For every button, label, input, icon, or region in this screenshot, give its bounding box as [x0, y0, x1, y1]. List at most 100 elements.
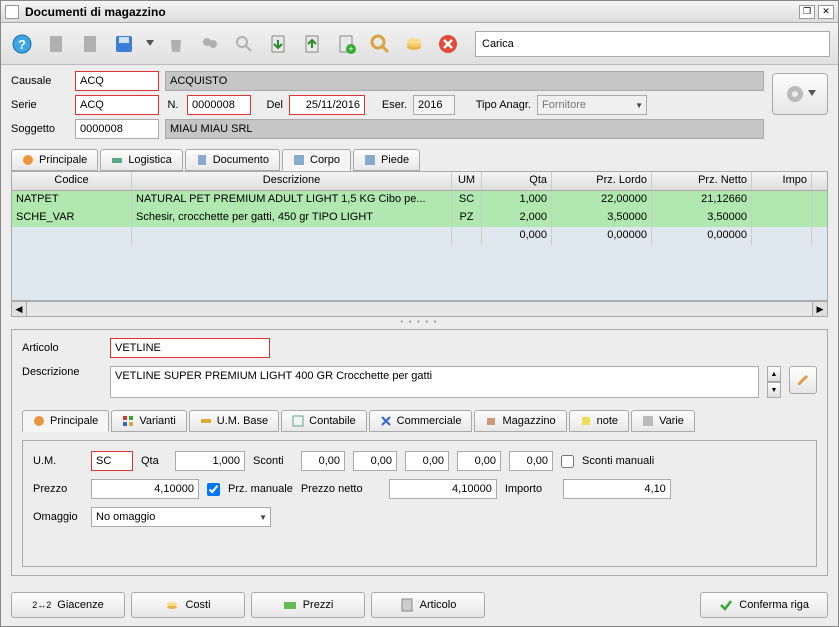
omaggio-label: Omaggio	[33, 511, 83, 523]
truck-icon	[111, 154, 123, 166]
tools-icon	[380, 415, 392, 427]
star-icon	[33, 415, 45, 427]
detail-panel: Articolo Descrizione VETLINE SUPER PREMI…	[11, 329, 828, 576]
causale-code-input[interactable]	[75, 71, 159, 91]
ruler-icon	[200, 415, 212, 427]
giacenze-prefix: 2↔2	[32, 600, 51, 610]
window-restore-button[interactable]: ❐	[799, 5, 815, 19]
subpanel-principale: U.M. Qta Sconti Sconti manuali Prezzo	[22, 440, 817, 567]
col-descrizione[interactable]: Descrizione	[132, 172, 452, 190]
scroll-track[interactable]	[27, 301, 812, 317]
prezzo-netto-input[interactable]	[389, 479, 497, 499]
articolo-input[interactable]	[110, 338, 270, 358]
prz-manuale-checkbox[interactable]	[207, 483, 220, 496]
footer-icon	[364, 154, 376, 166]
col-lordo[interactable]: Prz. Lordo	[552, 172, 652, 190]
tab-documento[interactable]: Documento	[185, 149, 280, 171]
edit-descrizione-button[interactable]	[789, 366, 817, 394]
subtab-commerciale[interactable]: Commerciale	[369, 410, 473, 432]
close-icon[interactable]	[435, 31, 461, 57]
descrizione-text[interactable]: VETLINE SUPER PREMIUM LIGHT 400 GR Crocc…	[110, 366, 759, 398]
del-label: Del	[257, 99, 283, 111]
tab-piede[interactable]: Piede	[353, 149, 420, 171]
desc-down-button[interactable]: ▼	[767, 382, 781, 398]
carica-field[interactable]: Carica	[475, 31, 830, 57]
causale-label: Causale	[11, 75, 69, 87]
sconto-2-input[interactable]	[353, 451, 397, 471]
serie-code-input[interactable]	[75, 95, 159, 115]
qta-input[interactable]	[175, 451, 245, 471]
del-input[interactable]	[289, 95, 365, 115]
tipo-anagr-select: Fornitore	[537, 95, 647, 115]
tab-logistica[interactable]: Logistica	[100, 149, 182, 171]
grid-body[interactable]: NATPETNATURAL PET PREMIUM ADULT LIGHT 1,…	[12, 191, 827, 300]
col-codice[interactable]: Codice	[12, 172, 132, 190]
new-doc-icon[interactable]	[43, 31, 69, 57]
help-icon[interactable]: ?	[9, 31, 35, 57]
window-close-button[interactable]: ✕	[818, 5, 834, 19]
causale-desc: ACQUISTO	[165, 71, 764, 91]
col-um[interactable]: UM	[452, 172, 482, 190]
settings-button[interactable]	[772, 73, 828, 115]
article-icon	[400, 598, 414, 612]
coins-icon[interactable]	[401, 31, 427, 57]
prezzi-button[interactable]: Prezzi	[251, 592, 365, 618]
sconti-manuali-checkbox[interactable]	[561, 455, 574, 468]
costi-button[interactable]: Costi	[131, 592, 245, 618]
eser-input	[413, 95, 455, 115]
users-icon[interactable]	[197, 31, 223, 57]
importo-input[interactable]	[563, 479, 671, 499]
omaggio-select[interactable]: No omaggio	[91, 507, 271, 527]
scroll-left-button[interactable]: ◀	[11, 301, 27, 317]
subtab-principale[interactable]: Principale	[22, 410, 109, 432]
table-row[interactable]: NATPETNATURAL PET PREMIUM ADULT LIGHT 1,…	[12, 191, 827, 209]
find-icon[interactable]	[367, 31, 393, 57]
sconto-1-input[interactable]	[301, 451, 345, 471]
scroll-right-button[interactable]: ▶	[812, 301, 828, 317]
soggetto-code-input[interactable]	[75, 119, 159, 139]
detail-subtabs: Principale Varianti U.M. Base Contabile …	[22, 410, 817, 432]
col-qta[interactable]: Qta	[482, 172, 552, 190]
trash-icon[interactable]	[163, 31, 189, 57]
prezzo-netto-label: Prezzo netto	[301, 483, 381, 495]
serie-label: Serie	[11, 99, 69, 111]
add-line-icon[interactable]: +	[333, 31, 359, 57]
table-row[interactable]: SCHE_VARSchesir, crocchette per gatti, 4…	[12, 209, 827, 227]
grid-header: Codice Descrizione UM Qta Prz. Lordo Prz…	[12, 172, 827, 191]
list-icon	[293, 154, 305, 166]
subtab-varianti[interactable]: Varianti	[111, 410, 186, 432]
col-netto[interactable]: Prz. Netto	[652, 172, 752, 190]
subtab-note[interactable]: note	[569, 410, 629, 432]
giacenze-button[interactable]: 2↔2Giacenze	[11, 592, 125, 618]
prezzo-input[interactable]	[91, 479, 199, 499]
articolo-button[interactable]: Articolo	[371, 592, 485, 618]
sconto-5-input[interactable]	[509, 451, 553, 471]
subtab-umbase[interactable]: U.M. Base	[189, 410, 279, 432]
um-input[interactable]	[91, 451, 133, 471]
search-icon[interactable]	[231, 31, 257, 57]
sconti-label: Sconti	[253, 455, 293, 467]
col-impo[interactable]: Impo	[752, 172, 812, 190]
grid-hscroll[interactable]: ◀ ▶	[11, 301, 828, 317]
note-icon	[580, 415, 592, 427]
subtab-contabile[interactable]: Contabile	[281, 410, 366, 432]
n-input[interactable]	[187, 95, 251, 115]
descrizione-label: Descrizione	[22, 366, 102, 378]
table-row[interactable]: 0,0000,000000,00000	[12, 227, 827, 245]
new-doc2-icon[interactable]	[77, 31, 103, 57]
subtab-magazzino[interactable]: Magazzino	[474, 410, 566, 432]
subtab-varie[interactable]: Varie	[631, 410, 695, 432]
n-label: N.	[165, 99, 181, 111]
sconto-3-input[interactable]	[405, 451, 449, 471]
export-icon[interactable]	[299, 31, 325, 57]
main-toolbar: ? + Carica	[1, 23, 838, 65]
tab-corpo[interactable]: Corpo	[282, 149, 351, 171]
splitter[interactable]: • • • • •	[11, 317, 828, 329]
save-dropdown-icon[interactable]	[145, 31, 155, 57]
sconto-4-input[interactable]	[457, 451, 501, 471]
conferma-riga-button[interactable]: Conferma riga	[700, 592, 828, 618]
save-icon[interactable]	[111, 31, 137, 57]
import-icon[interactable]	[265, 31, 291, 57]
desc-up-button[interactable]: ▲	[767, 366, 781, 382]
tab-principale[interactable]: Principale	[11, 149, 98, 171]
